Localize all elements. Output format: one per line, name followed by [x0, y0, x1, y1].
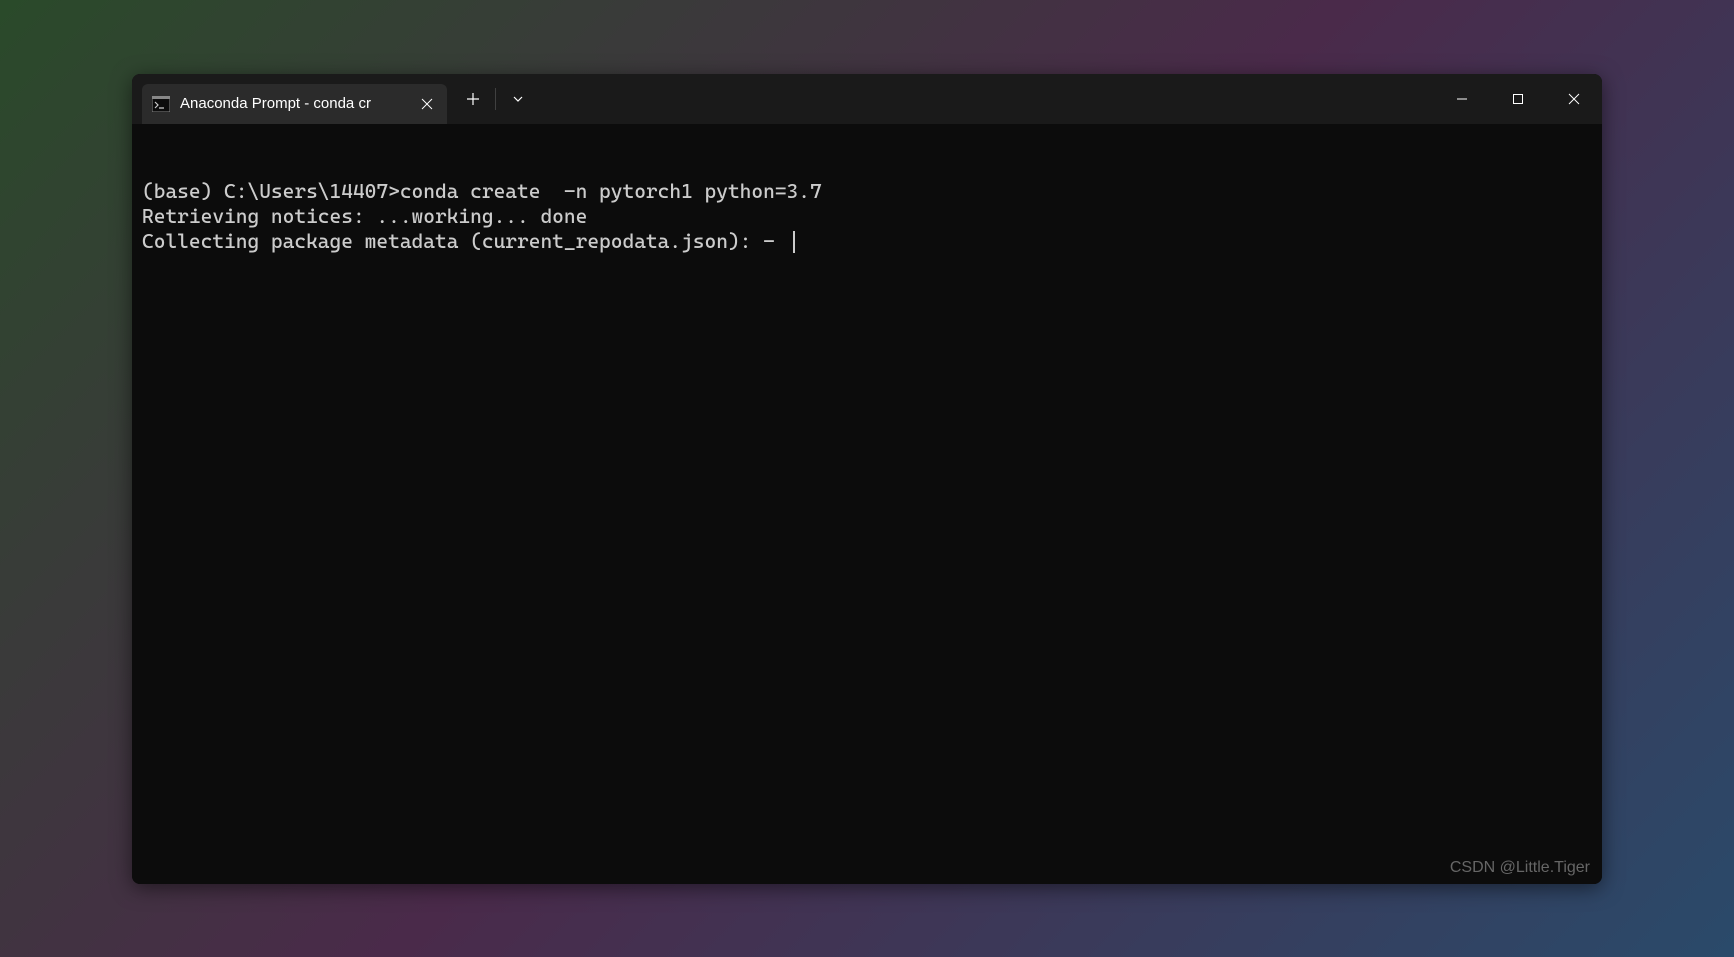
minimize-button[interactable] [1434, 74, 1490, 124]
new-tab-button[interactable] [455, 81, 491, 117]
tab-close-button[interactable] [417, 94, 437, 114]
watermark: CSDN @Little.Tiger [1450, 858, 1590, 878]
tab-active[interactable]: Anaconda Prompt - conda cr [142, 84, 447, 124]
cursor [793, 231, 795, 253]
tab-actions [447, 74, 536, 124]
terminal-window: Anaconda Prompt - conda cr [132, 74, 1602, 884]
tab-title: Anaconda Prompt - conda cr [180, 95, 411, 112]
terminal-line-2: Retrieving notices: ...working... done [142, 204, 1592, 229]
terminal-line-1: (base) C:\Users\14407>conda create -n py… [142, 179, 1592, 204]
terminal-icon [152, 96, 170, 112]
maximize-button[interactable] [1490, 74, 1546, 124]
terminal-line-3: Collecting package metadata (current_rep… [142, 229, 787, 253]
tab-separator [495, 88, 496, 110]
window-controls [1434, 74, 1602, 124]
titlebar[interactable]: Anaconda Prompt - conda cr [132, 74, 1602, 124]
tab-area: Anaconda Prompt - conda cr [132, 74, 447, 124]
titlebar-drag-area[interactable] [536, 74, 1434, 124]
tab-dropdown-button[interactable] [500, 81, 536, 117]
terminal-content[interactable]: (base) C:\Users\14407>conda create -n py… [132, 124, 1602, 884]
close-button[interactable] [1546, 74, 1602, 124]
